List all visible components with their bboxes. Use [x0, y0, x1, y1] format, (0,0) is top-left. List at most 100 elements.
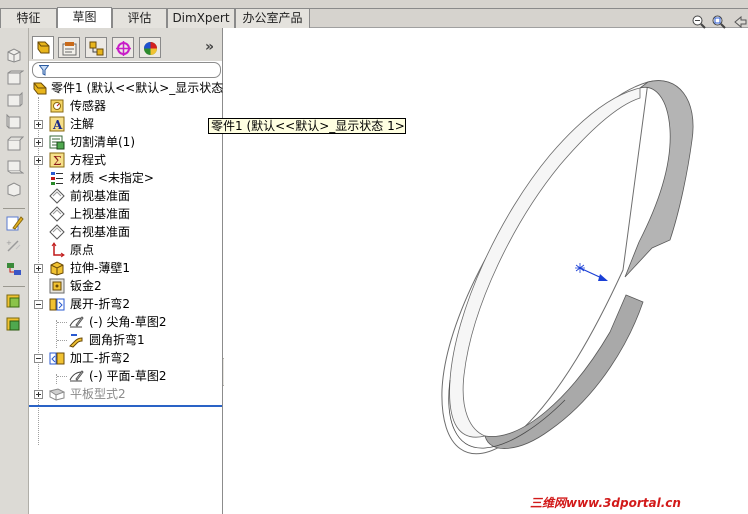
- svg-text:+: +: [6, 239, 12, 247]
- shaded-display-icon[interactable]: [4, 315, 24, 333]
- tree-node-sharp-sketch[interactable]: (-) 尖角-草图2: [29, 314, 222, 331]
- feature-tree: 零件1 (默认<<默认>_显示状态 传感器 A 注解 切割清单(1) Σ 方程式…: [29, 80, 224, 445]
- tree-node-front-plane[interactable]: 前视基准面: [29, 188, 222, 205]
- sketch-pencil-icon[interactable]: [4, 214, 24, 232]
- tab-evaluate[interactable]: 评估: [112, 8, 167, 28]
- annotation-icon: A: [49, 116, 65, 132]
- sheet-metal-ring-model[interactable]: [430, 70, 730, 470]
- tree-node-sketched-bend[interactable]: 圆角折弯1: [29, 332, 222, 349]
- tree-filter-input[interactable]: [32, 62, 221, 78]
- tree-guide-line: [57, 340, 67, 341]
- expand-toggle[interactable]: [34, 390, 43, 399]
- tree-node-label: 上视基准面: [70, 207, 131, 221]
- tree-node-label: (-) 平面-草图2: [89, 369, 167, 383]
- property-manager-tab[interactable]: [58, 37, 80, 58]
- rollback-bar[interactable]: [29, 405, 222, 407]
- toolbar-separator: [3, 286, 25, 287]
- tree-node-equations[interactable]: Σ 方程式: [29, 152, 222, 169]
- bend-icon: [68, 332, 84, 348]
- tree-node-label: 传感器: [70, 99, 107, 113]
- tree-node-label: 展开-折弯2: [70, 297, 130, 311]
- plane-icon: [49, 188, 65, 204]
- display-style-icon[interactable]: [4, 292, 24, 310]
- tree-node-annotations[interactable]: A 注解: [29, 116, 222, 133]
- view-right-icon[interactable]: [4, 113, 24, 131]
- view-back-icon[interactable]: [4, 69, 25, 87]
- view-bottom-icon[interactable]: [4, 157, 25, 175]
- tree-node-material[interactable]: 材质 <未指定>: [29, 170, 222, 187]
- tree-node-top-plane[interactable]: 上视基准面: [29, 206, 222, 223]
- tree-node-unfold[interactable]: 展开-折弯2: [29, 296, 222, 313]
- expand-toggle[interactable]: [34, 156, 43, 165]
- sketch-icon: [68, 314, 84, 330]
- tree-node-origin[interactable]: 原点: [29, 242, 222, 259]
- origin-icon: [49, 242, 65, 258]
- origin-arrow-icon: [575, 263, 608, 281]
- tree-node-label: 方程式: [70, 153, 107, 167]
- display-manager-icon: [144, 42, 157, 55]
- tooltip: 零件1 (默认<<默认>_显示状态 1>): [208, 118, 406, 134]
- tree-node-sheet-metal[interactable]: 钣金2: [29, 278, 222, 295]
- configuration-manager-tab[interactable]: [85, 37, 107, 58]
- tree-node-label: 原点: [70, 243, 95, 257]
- expand-toggle[interactable]: [34, 120, 43, 129]
- tree-node-part[interactable]: 零件1 (默认<<默认>_显示状态: [29, 80, 224, 97]
- expand-toggle[interactable]: [34, 138, 43, 147]
- feature-manager-pane: » 零件1 (默认<<默认>_显示状态 传感器 A 注解 切割清单(1) Σ 方…: [29, 28, 223, 514]
- previous-view-icon[interactable]: [732, 14, 748, 30]
- zoom-to-area-icon[interactable]: [711, 14, 727, 30]
- tree-node-label: 注解: [70, 117, 95, 131]
- tree-node-label: 平板型式2: [70, 387, 126, 401]
- tree-guide-line: [57, 376, 67, 377]
- tree-node-label: 零件1 (默认<<默认>_显示状态: [51, 81, 224, 95]
- collapse-toggle[interactable]: [34, 300, 43, 309]
- tree-node-flat-sketch[interactable]: (-) 平面-草图2: [29, 368, 222, 385]
- flat-pattern-icon: [48, 386, 66, 402]
- expand-toggle[interactable]: [34, 264, 43, 273]
- view-front-icon[interactable]: [4, 46, 24, 64]
- ring-band-lower: [484, 294, 644, 449]
- tree-node-cut-list[interactable]: 切割清单(1): [29, 134, 222, 151]
- plane-icon: [49, 224, 65, 240]
- plane-icon: [49, 206, 65, 222]
- tree-node-right-plane[interactable]: 右视基准面: [29, 224, 222, 241]
- zoom-to-fit-icon[interactable]: [691, 14, 707, 30]
- heads-up-view-toolbar: [691, 14, 748, 31]
- tab-office-products[interactable]: 办公室产品: [235, 8, 310, 28]
- tree-node-label: 右视基准面: [70, 225, 131, 239]
- tree-node-label: 切割清单(1): [70, 135, 135, 149]
- tree-node-label: 材质 <未指定>: [70, 171, 154, 185]
- tree-node-extrude-thin[interactable]: 拉伸-薄壁1: [29, 260, 222, 277]
- view-isometric-icon[interactable]: [4, 180, 24, 198]
- tab-sketch[interactable]: 草图: [57, 7, 112, 29]
- dimxpert-manager-tab[interactable]: [112, 37, 134, 58]
- feature-manager-tab[interactable]: [32, 36, 54, 59]
- command-manager-tabbar: 特征 草图 评估 DimXpert 办公室产品: [0, 0, 748, 29]
- relations-icon[interactable]: [4, 260, 24, 278]
- sketch-icon: [68, 368, 84, 384]
- collapse-toggle[interactable]: [34, 354, 43, 363]
- cut-list-icon: [49, 134, 65, 150]
- view-top-icon[interactable]: [4, 135, 25, 153]
- unfold-icon: [49, 296, 65, 312]
- smart-dimension-icon[interactable]: +: [4, 237, 24, 255]
- tabstrip-divider: [310, 8, 748, 9]
- tab-features[interactable]: 特征: [0, 8, 57, 28]
- watermark-text: 三维网www.3dportal.cn: [530, 496, 681, 510]
- sheet-metal-icon: [49, 278, 65, 294]
- view-left-icon[interactable]: [4, 91, 24, 109]
- tree-node-label: 前视基准面: [70, 189, 131, 203]
- tree-node-process-bend[interactable]: 加工-折弯2: [29, 350, 222, 367]
- tree-guide-line: [57, 322, 67, 323]
- svg-text:Σ: Σ: [53, 154, 61, 168]
- tree-node-sensors[interactable]: 传感器: [29, 98, 222, 115]
- toolbar-separator: [3, 208, 25, 209]
- tree-node-flat-pattern[interactable]: 平板型式2: [29, 386, 222, 403]
- tree-node-label: 加工-折弯2: [70, 351, 130, 365]
- tab-dimxpert[interactable]: DimXpert: [167, 8, 235, 28]
- process-bend-icon: [49, 350, 65, 366]
- feature-manager-icon: [37, 41, 50, 54]
- display-manager-tab[interactable]: [139, 37, 161, 58]
- tree-node-label: (-) 尖角-草图2: [89, 315, 167, 329]
- panel-more-button[interactable]: »: [205, 39, 214, 55]
